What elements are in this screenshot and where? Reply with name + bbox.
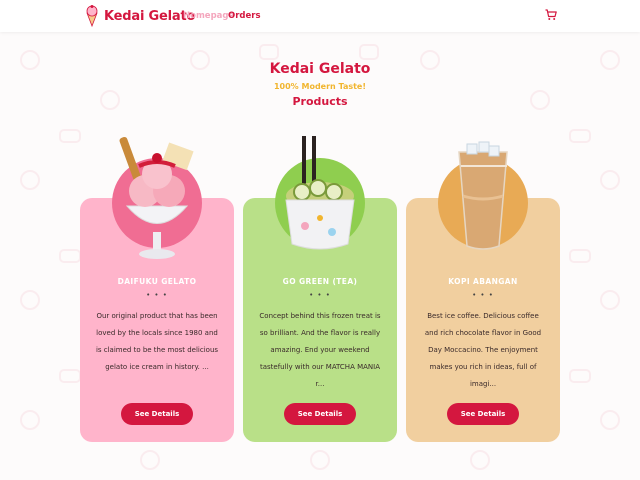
product-card-daifuku: DAIFUKU GELATO • • • Our original produc… <box>80 136 234 442</box>
hero-tagline: 100% Modern Taste! <box>273 82 367 91</box>
cart-icon[interactable] <box>545 9 557 21</box>
gelato-logo-icon <box>86 5 98 28</box>
product-description: Best ice coffee. Delicious coffee and ri… <box>424 312 542 388</box>
product-divider-dots: • • • <box>309 291 331 299</box>
see-details-button[interactable]: See Details <box>121 403 193 425</box>
product-divider-dots: • • • <box>472 291 494 299</box>
brand-name: Kedai Gelato <box>104 8 196 24</box>
gelato-sundae-image <box>119 136 194 259</box>
product-description: Our original product that has been loved… <box>95 312 219 371</box>
hero-title: Kedai Gelato <box>269 61 371 77</box>
see-details-button[interactable]: See Details <box>284 403 356 425</box>
navbar: Kedai Gelato Homepage Orders <box>0 0 640 32</box>
iced-coffee-image <box>458 141 508 250</box>
product-card-kopi-abangan: KOPI ABANGAN • • • Best ice coffee. Deli… <box>406 141 560 442</box>
nav-link-orders[interactable]: Orders <box>228 11 261 21</box>
see-details-button[interactable]: See Details <box>447 403 519 425</box>
product-name: KOPI ABANGAN <box>448 277 518 286</box>
product-divider-dots: • • • <box>146 291 168 299</box>
section-title-products: Products <box>292 95 348 108</box>
matcha-roll-cup-image <box>285 136 355 250</box>
brand[interactable]: Kedai Gelato <box>84 4 195 28</box>
product-name: DAIFUKU GELATO <box>117 277 197 286</box>
product-card-go-green: GO GREEN (TEA) • • • Concept behind this… <box>243 136 397 442</box>
product-name: GO GREEN (TEA) <box>282 277 358 286</box>
nav-link-homepage[interactable]: Homepage <box>183 11 234 21</box>
product-description: Concept behind this frozen treat is so b… <box>259 312 381 388</box>
